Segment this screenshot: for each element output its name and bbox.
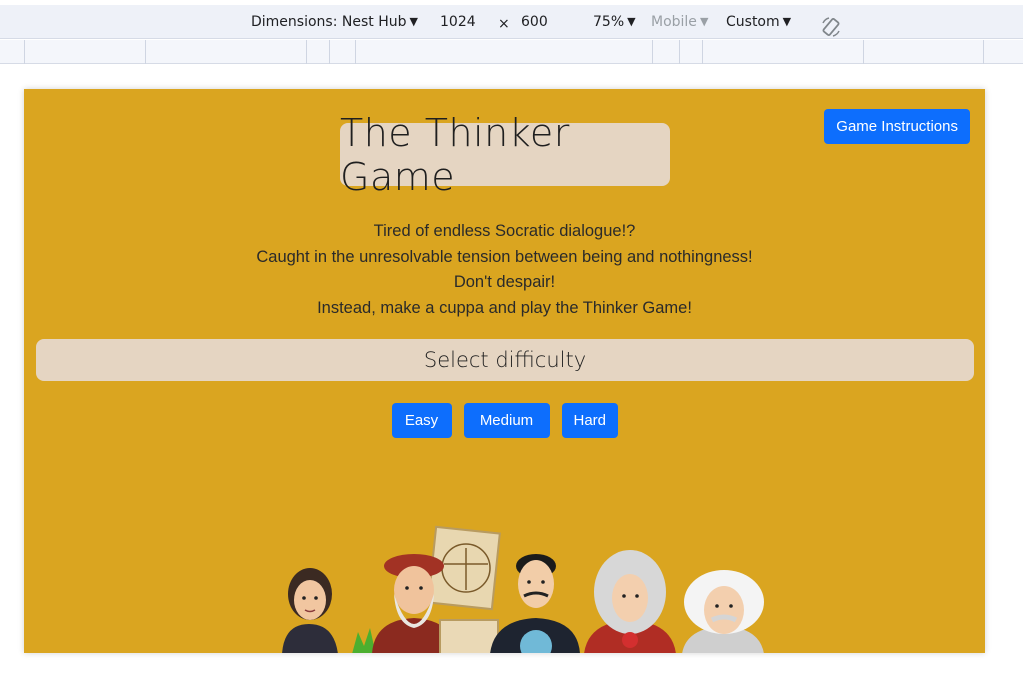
chevron-down-icon: ▼ <box>627 15 636 28</box>
media-query-ruler <box>0 40 1023 64</box>
difficulty-buttons: Easy Medium Hard <box>24 403 985 438</box>
throttle-dropdown[interactable]: Custom ▼ <box>726 14 791 30</box>
thinker-woman <box>282 568 338 653</box>
ruler-tick[interactable] <box>355 40 356 64</box>
ruler-tick[interactable] <box>145 40 146 64</box>
ruler-tick[interactable] <box>306 40 307 64</box>
device-type-dropdown[interactable]: Mobile ▼ <box>651 14 708 30</box>
thinker-tesla <box>490 554 580 653</box>
medium-button[interactable]: Medium <box>463 403 550 438</box>
intro-line: Instead, make a cuppa and play the Think… <box>317 298 692 317</box>
intro-line: Don't despair! <box>453 273 556 291</box>
intro-text: Tired of endless Socratic dialogue!? Cau… <box>24 219 985 321</box>
chevron-down-icon: ▼ <box>782 15 792 28</box>
dimensions-label: Dimensions: Nest Hub <box>251 14 407 30</box>
chevron-down-icon: ▼ <box>699 15 709 28</box>
thinker-newton <box>584 550 676 653</box>
difficulty-panel: Select difficulty <box>36 339 974 381</box>
device-type-label: Mobile <box>651 14 697 30</box>
sketch-paper <box>439 619 499 653</box>
ruler-tick[interactable] <box>702 40 703 64</box>
ruler-tick[interactable] <box>679 40 680 64</box>
thinkers-illustration <box>282 525 764 653</box>
chevron-down-icon: ▼ <box>409 15 418 28</box>
ruler-tick[interactable] <box>329 40 330 64</box>
device-toolbar: Dimensions: Nest Hub ▼ 1024 × 600 75% ▼ Mo… <box>0 5 1023 39</box>
throttle-label: Custom <box>726 14 780 30</box>
ruler-tick[interactable] <box>652 40 653 64</box>
rotate-icon[interactable] <box>820 16 842 38</box>
zoom-label: 75% <box>593 14 625 30</box>
intro-line: Caught in the unresolvable tension betwe… <box>256 247 753 266</box>
hard-button[interactable]: Hard <box>561 403 618 438</box>
difficulty-heading: Select difficulty <box>423 348 587 372</box>
page-title: The Thinker Game <box>340 110 570 199</box>
ruler-tick[interactable] <box>863 40 864 64</box>
emulated-viewport: Game Instructions The Thinker Game Tired… <box>24 89 985 653</box>
intro-line: Tired of endless Socratic dialogue!? <box>373 222 636 240</box>
times-icon: × <box>498 16 510 32</box>
title-panel: The Thinker Game <box>340 111 670 199</box>
width-input[interactable]: 1024 <box>440 14 476 30</box>
dimensions-dropdown[interactable]: Dimensions: Nest Hub ▼ <box>251 14 418 30</box>
game-instructions-button[interactable]: Game Instructions <box>824 109 970 144</box>
zoom-dropdown[interactable]: 75% ▼ <box>593 14 636 30</box>
height-input[interactable]: 600 <box>521 14 548 30</box>
thinker-einstein <box>682 570 764 653</box>
ruler-tick[interactable] <box>983 40 984 64</box>
ruler-tick[interactable] <box>24 40 25 64</box>
easy-button[interactable]: Easy <box>391 403 452 438</box>
